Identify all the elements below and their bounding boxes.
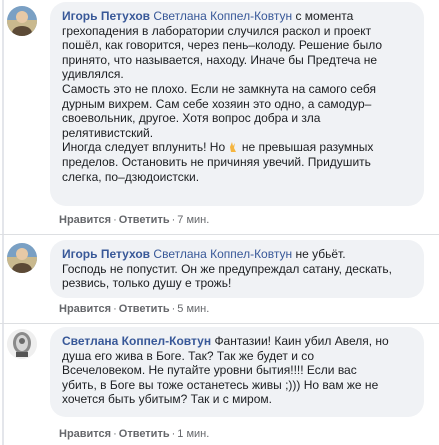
comment-text: Игорь Петухов Светлана Коппел-Ковтун с м… [62,9,413,184]
text-line: слегка, по–дзюдоистски. [62,169,200,184]
like-link[interactable]: Нравится [59,428,111,440]
fingers-crossed-emoji-icon [230,142,237,153]
text-line: Фантазии! Каин убил Авеля, но [214,334,389,348]
comment-author[interactable]: Игорь Петухов [62,9,150,23]
avatar-icon[interactable] [7,6,37,36]
comment-text: Светлана Коппел-Ковтун Фантазии! Каин уб… [62,334,413,407]
comment-actions: Нравится · Ответить · 1 мин. [59,428,209,440]
comment-actions: Нравится · Ответить · 5 мин. [59,303,209,315]
text-line: резвись, только душу е трожь! [62,276,232,291]
comment-bubble: Игорь Петухов Светлана Коппел-Ковтун с м… [50,2,424,206]
avatar-icon[interactable] [7,243,37,273]
text-line: дурным вихрем. Сам себе хозяин это одно,… [62,96,372,111]
text-line: хочется быть убитым? Так и с миром. [62,392,272,407]
separator: · [113,214,117,226]
separator: · [113,428,117,440]
text-line: релятивистский. [62,125,154,140]
text-line: не убьёт. [295,247,346,261]
text-line: грехопадения в лаборатории случился раск… [62,23,372,38]
like-link[interactable]: Нравится [59,214,111,226]
text-line: пошёл, как говорится, через пень–колоду.… [62,38,382,53]
text-line: душа его жива в Боге. Так? Так же будет … [62,348,315,363]
text-line: Самость это не плохо. Если не замкнута н… [62,81,376,96]
timestamp[interactable]: 1 мин. [177,428,209,440]
comment-text: Игорь Петухов Светлана Коппел-Ковтун не … [62,247,413,291]
text-line: Господь не попустит. Он же предупреждал … [62,261,392,276]
text-line: удивлялся. [62,67,124,82]
separator: · [171,303,176,315]
comment-mention[interactable]: Светлана Коппел-Ковтун [153,247,292,261]
reply-link[interactable]: Ответить [119,214,170,226]
separator: · [113,303,117,315]
text-line: принято, что называется, находу. Иначе б… [62,52,378,67]
reply-link[interactable]: Ответить [119,428,170,440]
separator: · [171,214,176,226]
comment-mention[interactable]: Светлана Коппел-Ковтун [153,9,292,23]
divider [0,234,439,235]
comment-author[interactable]: Игорь Петухов [62,247,150,261]
divider [0,323,439,324]
text-line: не превышая разумных [241,140,374,155]
comment-bubble: Игорь Петухов Светлана Коппел-Ковтун не … [50,240,424,298]
comment-bubble: Светлана Коппел-Ковтун Фантазии! Каин уб… [50,327,424,417]
text-line: пределов. Остановить не причиняя увечий.… [62,154,371,169]
text-line: с момента [295,9,354,23]
like-link[interactable]: Нравится [59,303,111,315]
timestamp[interactable]: 5 мин. [177,303,209,315]
text-line: Всечеловеком. Не путайте уровни бытия!!!… [62,363,357,378]
comment-actions: Нравится · Ответить · 7 мин. [59,214,209,226]
text-line: убить, в Боге вы тоже останетесь живы ;)… [62,377,379,392]
comment-author[interactable]: Светлана Коппел-Ковтун [62,334,211,348]
avatar-icon[interactable] [7,329,37,359]
text-line: своевольник, другое. Хотя вопрос добра и… [62,111,321,126]
separator: · [171,428,176,440]
thread-line [2,0,4,445]
reply-link[interactable]: Ответить [119,303,170,315]
text-line: Иногда следует вплунить! Но [62,140,226,155]
timestamp[interactable]: 7 мин. [177,214,209,226]
